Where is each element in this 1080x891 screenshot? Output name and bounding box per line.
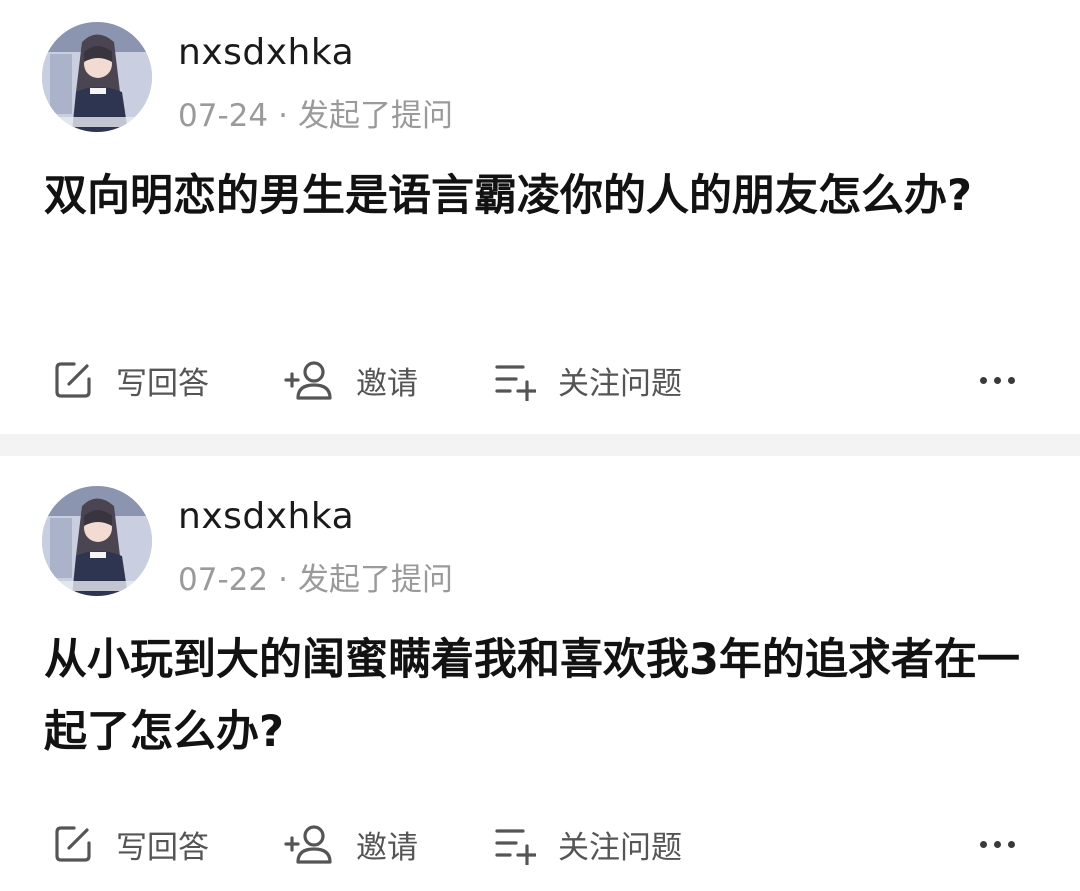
write-answer-button[interactable]: 写回答: [52, 350, 209, 410]
more-horizontal-icon: [980, 376, 1015, 384]
edit-icon: [52, 823, 94, 865]
invite-label: 邀请: [356, 829, 418, 866]
question-title[interactable]: 从小玩到大的闺蜜瞒着我和喜欢我3年的追求者在一起了怎么办?: [44, 624, 1024, 768]
question-title[interactable]: 双向明恋的男生是语言霸凌你的人的朋友怎么办?: [44, 160, 1024, 232]
more-horizontal-icon: [980, 840, 1015, 848]
avatar[interactable]: [42, 22, 152, 132]
follow-question-label: 关注问题: [558, 365, 682, 402]
question-card[interactable]: nxsdxhka 07-22 · 发起了提问 从小玩到大的闺蜜瞒着我和喜欢我3年的追…: [0, 456, 1080, 891]
action-bar: 写回答 邀请 关注问题: [0, 814, 1080, 874]
more-button[interactable]: [980, 814, 1015, 874]
question-card[interactable]: nxsdxhka 07-24 · 发起了提问 双向明恋的男生是语言霸凌你的人的朋友怎…: [0, 0, 1080, 434]
action-bar: 写回答 邀请 关注问题: [0, 350, 1080, 410]
edit-icon: [52, 359, 94, 401]
avatar[interactable]: [42, 486, 152, 596]
add-user-icon: [284, 823, 334, 865]
more-button[interactable]: [980, 350, 1015, 410]
invite-label: 邀请: [356, 365, 418, 402]
add-list-icon: [494, 359, 536, 401]
follow-question-label: 关注问题: [558, 829, 682, 866]
write-answer-button[interactable]: 写回答: [52, 814, 209, 874]
meta-separator: ·: [278, 562, 288, 598]
write-answer-label: 写回答: [116, 829, 209, 866]
invite-button[interactable]: 邀请: [284, 814, 418, 874]
avatar-image: [42, 486, 152, 596]
card-divider: [0, 434, 1080, 456]
post-action: 发起了提问: [297, 98, 453, 134]
post-meta: 07-24 · 发起了提问: [178, 90, 453, 135]
meta-separator: ·: [278, 98, 288, 134]
post-date: 07-22: [178, 562, 269, 598]
username[interactable]: nxsdxhka: [178, 496, 354, 537]
avatar-image: [42, 22, 152, 132]
write-answer-label: 写回答: [116, 365, 209, 402]
add-list-icon: [494, 823, 536, 865]
post-meta: 07-22 · 发起了提问: [178, 554, 453, 599]
follow-question-button[interactable]: 关注问题: [494, 350, 682, 410]
follow-question-button[interactable]: 关注问题: [494, 814, 682, 874]
add-user-icon: [284, 359, 334, 401]
invite-button[interactable]: 邀请: [284, 350, 418, 410]
username[interactable]: nxsdxhka: [178, 32, 354, 73]
post-action: 发起了提问: [297, 562, 453, 598]
post-date: 07-24: [178, 98, 269, 134]
